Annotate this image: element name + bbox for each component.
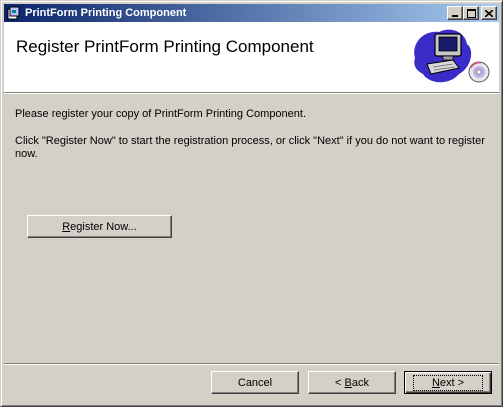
register-prompt-text: Please register your copy of PrintForm P… — [15, 108, 307, 120]
back-label: ack — [351, 376, 369, 389]
register-now-accel: R — [62, 220, 71, 233]
next-button[interactable]: Next > — [404, 371, 492, 394]
header-divider-highlight — [4, 93, 499, 94]
installer-window: PrintForm Printing Component Register Pr… — [0, 0, 503, 407]
back-accel: B — [344, 376, 352, 389]
close-icon — [485, 9, 493, 17]
wizard-header: Register PrintForm Printing Component — [4, 22, 499, 92]
footer-divider-highlight — [4, 364, 499, 365]
next-accel: N — [431, 376, 440, 389]
register-now-button[interactable]: Register Now... — [27, 215, 172, 238]
close-button[interactable] — [481, 6, 497, 20]
window-title: PrintForm Printing Component — [25, 7, 187, 19]
back-button[interactable]: < Back — [308, 371, 396, 394]
minimize-icon — [452, 14, 458, 17]
register-instructions-text: Click "Register Now" to start the regist… — [15, 135, 485, 160]
cancel-button[interactable]: Cancel — [211, 371, 299, 394]
back-prefix: < — [335, 376, 345, 389]
next-focus-rect: Next > — [412, 374, 484, 391]
maximize-button[interactable] — [463, 6, 479, 20]
computer-with-cd-icon — [409, 24, 495, 90]
title-bar-controls — [447, 6, 497, 20]
minimize-button[interactable] — [447, 6, 463, 20]
register-now-label: egister Now... — [70, 220, 137, 233]
installer-app-icon — [6, 5, 22, 21]
cancel-label: Cancel — [237, 376, 273, 389]
page-title: Register PrintForm Printing Component — [16, 37, 314, 56]
maximize-icon — [466, 8, 476, 18]
next-label: ext > — [439, 376, 465, 389]
title-bar[interactable]: PrintForm Printing Component — [4, 4, 499, 22]
